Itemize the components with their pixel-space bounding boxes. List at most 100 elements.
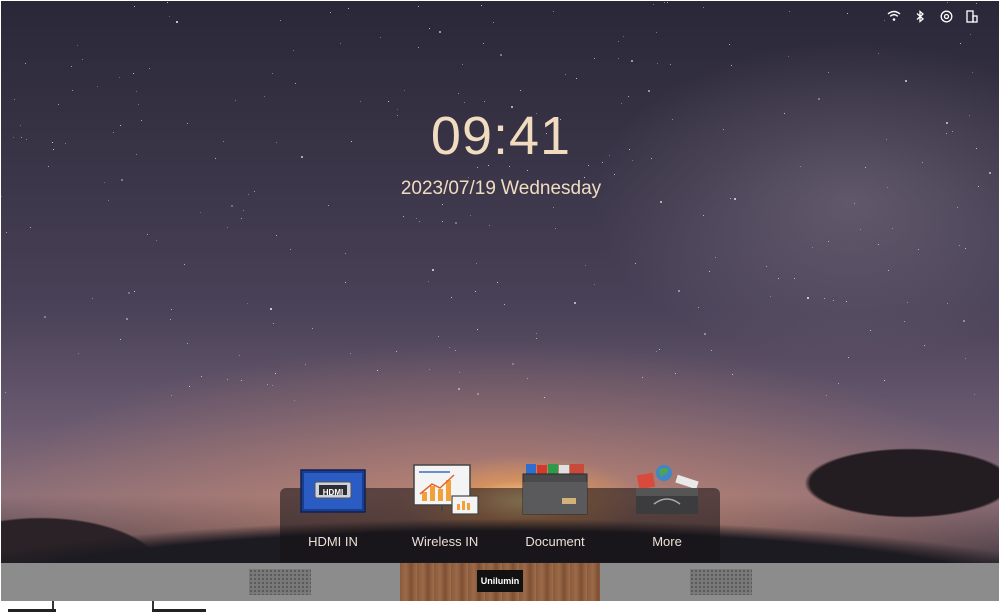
star xyxy=(655,350,657,352)
star xyxy=(457,387,460,390)
star xyxy=(476,328,478,330)
app-label-wireless-in: Wireless IN xyxy=(411,534,479,549)
star xyxy=(327,205,329,207)
star xyxy=(678,289,681,292)
star xyxy=(276,235,278,237)
star xyxy=(618,40,620,42)
hdmi-icon: HDMI xyxy=(298,464,368,516)
star xyxy=(6,232,8,233)
star xyxy=(622,35,624,37)
star xyxy=(82,58,84,60)
app-label-more: More xyxy=(652,534,682,549)
star xyxy=(272,323,274,325)
star xyxy=(417,5,419,7)
star xyxy=(493,21,495,23)
star xyxy=(958,244,960,246)
star xyxy=(520,90,522,92)
star xyxy=(30,226,32,228)
star xyxy=(883,19,885,21)
star xyxy=(449,346,451,348)
star xyxy=(450,296,452,298)
star xyxy=(71,65,73,67)
brand-logo: Unilumin xyxy=(477,570,523,592)
star xyxy=(965,248,967,250)
star xyxy=(464,101,466,103)
star xyxy=(594,58,596,60)
star xyxy=(474,291,476,293)
clock-time: 09:41 xyxy=(430,106,572,166)
app-document[interactable]: Document xyxy=(500,464,610,549)
star xyxy=(828,241,830,243)
star xyxy=(971,72,973,74)
star xyxy=(793,277,795,279)
star xyxy=(711,349,713,351)
star xyxy=(903,321,905,323)
star xyxy=(292,50,294,52)
star xyxy=(227,378,229,380)
star xyxy=(200,212,202,214)
star xyxy=(854,203,856,205)
hdmi-icon-text: HDMI xyxy=(322,488,344,497)
star xyxy=(266,383,268,385)
star xyxy=(439,31,442,34)
star xyxy=(14,99,16,101)
star xyxy=(543,396,545,398)
star xyxy=(91,298,93,300)
star xyxy=(575,77,577,79)
star xyxy=(631,59,634,62)
star xyxy=(585,265,587,267)
star xyxy=(442,203,444,205)
bluetooth-icon[interactable] xyxy=(913,9,927,23)
star xyxy=(848,356,849,358)
star xyxy=(777,278,779,280)
star xyxy=(553,10,555,12)
app-wireless-in[interactable]: Wireless IN xyxy=(390,464,500,549)
star xyxy=(847,13,849,15)
star xyxy=(924,345,926,347)
star xyxy=(184,264,186,266)
hotspot-icon[interactable] xyxy=(939,9,953,23)
star xyxy=(270,307,273,310)
star xyxy=(670,64,672,66)
star xyxy=(974,394,976,396)
device-icon[interactable] xyxy=(965,9,979,23)
star xyxy=(789,10,791,12)
star xyxy=(657,62,659,64)
star xyxy=(71,89,73,91)
star xyxy=(555,227,557,229)
star xyxy=(888,269,890,271)
star xyxy=(458,92,460,94)
app-more[interactable]: More xyxy=(612,464,722,549)
star xyxy=(489,225,491,227)
star xyxy=(403,216,405,218)
star xyxy=(878,244,880,246)
star xyxy=(242,209,244,211)
star xyxy=(535,333,537,335)
star xyxy=(728,44,730,46)
star xyxy=(552,207,554,209)
star xyxy=(396,350,397,352)
wifi-icon[interactable] xyxy=(887,9,901,23)
star xyxy=(349,353,351,355)
speaker-grille-right xyxy=(690,569,752,595)
star xyxy=(703,332,706,335)
star xyxy=(119,76,121,78)
star xyxy=(660,200,663,203)
star xyxy=(279,19,281,21)
star xyxy=(330,12,332,13)
star xyxy=(618,58,620,60)
star xyxy=(788,55,790,57)
star xyxy=(312,327,314,329)
star xyxy=(119,339,121,341)
star xyxy=(826,394,828,396)
star xyxy=(527,169,529,171)
star xyxy=(715,256,717,258)
app-hdmi-in[interactable]: HDMI HDMI IN xyxy=(278,464,388,549)
app-label-document: Document xyxy=(525,534,585,549)
star xyxy=(806,296,809,299)
star xyxy=(499,54,502,57)
star xyxy=(476,392,479,395)
star xyxy=(264,95,265,97)
star xyxy=(477,166,479,168)
star xyxy=(442,220,444,222)
